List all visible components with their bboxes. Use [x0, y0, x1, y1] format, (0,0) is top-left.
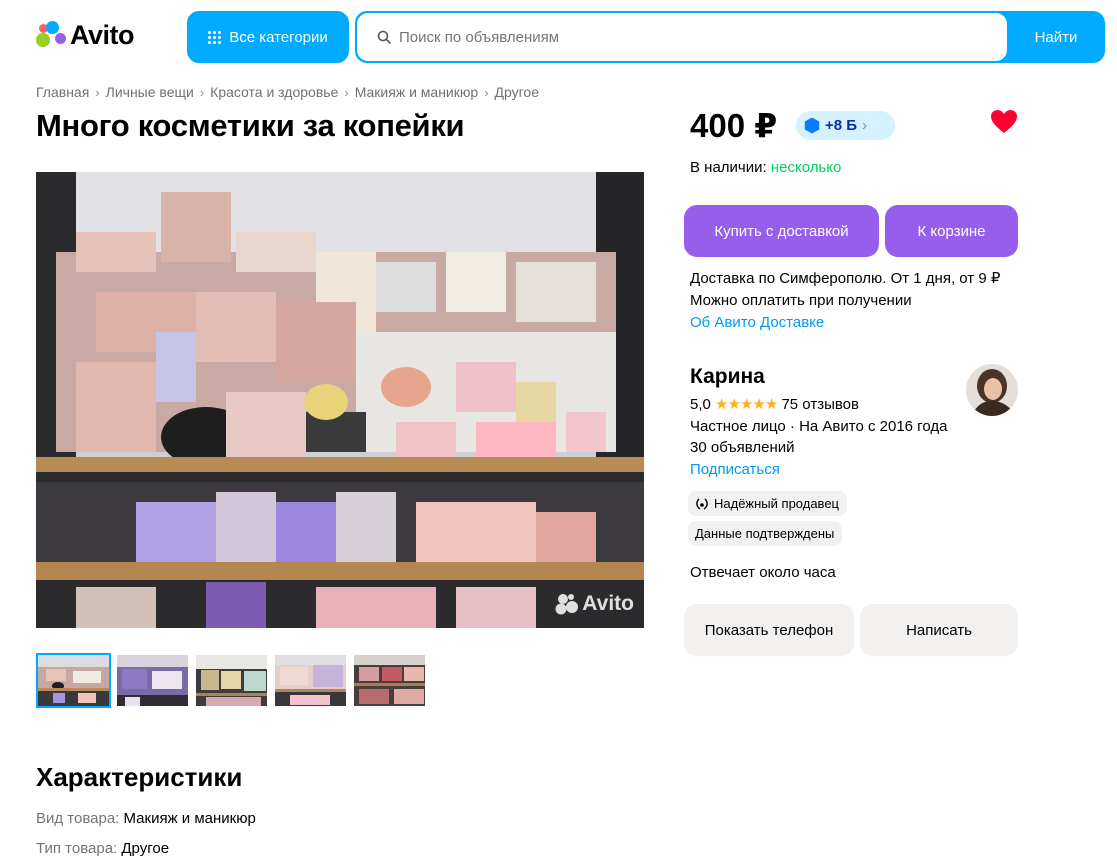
thumbnail-strip [36, 653, 427, 708]
reliable-seller-label: Надёжный продавец [714, 496, 839, 511]
thumbnail-image [275, 655, 346, 706]
payment-line: Можно оплатить при получении [690, 292, 912, 309]
search-button[interactable]: Найти [1007, 11, 1105, 63]
main-photo[interactable]: Avito [36, 172, 644, 628]
chevron-right-icon: › [862, 117, 868, 134]
thumbnail-4[interactable] [273, 653, 348, 708]
price: 400 ₽ [690, 107, 778, 144]
heart-icon[interactable] [990, 109, 1018, 135]
page-title: Много косметики за копейки [36, 108, 465, 143]
breadcrumb-item-personal[interactable]: Личные вещи [106, 84, 194, 100]
thumbnail-1[interactable] [36, 653, 111, 708]
chevron-right-icon: › [484, 84, 489, 100]
search-input[interactable] [399, 28, 959, 46]
seller-rating-row[interactable]: 5,0 ★★★★★ 75 отзывов [690, 394, 947, 416]
data-verified-label: Данные подтверждены [695, 526, 835, 541]
seller-ads-count[interactable]: 30 объявлений [690, 437, 947, 459]
watermark-text: Avito [582, 592, 634, 615]
seller-name[interactable]: Карина [690, 365, 765, 389]
breadcrumb-item-home[interactable]: Главная [36, 84, 89, 100]
seller-info: 5,0 ★★★★★ 75 отзывов Частное лицо · На А… [690, 394, 947, 480]
chevron-right-icon: › [344, 84, 349, 100]
bonus-badge[interactable]: +8 Б › [796, 111, 895, 140]
characteristic-key: Вид товара: [36, 810, 120, 827]
thumbnail-5[interactable] [352, 653, 427, 708]
seller-reviews: 75 отзывов [781, 396, 859, 413]
characteristic-value: Другое [121, 840, 170, 857]
thumbnail-image [354, 655, 425, 706]
thumbnail-image [117, 655, 188, 706]
data-verified-badge[interactable]: Данные подтверждены [688, 521, 843, 546]
add-to-cart-button[interactable]: К корзине [885, 205, 1018, 257]
characteristic-key: Тип товара: [36, 840, 118, 857]
avito-logo[interactable]: Avito [36, 20, 135, 51]
search-field[interactable] [357, 13, 1007, 61]
stock-value: несколько [770, 159, 842, 176]
reply-time: Отвечает около часа [690, 564, 836, 581]
seller-type: Частное лицо · На Авито с 2016 года [690, 417, 948, 435]
buy-with-delivery-button[interactable]: Купить с доставкой [684, 205, 879, 257]
subscribe-link[interactable]: Подписаться [690, 459, 947, 481]
characteristic-row: Вид товара: Макияж и маникюр [36, 810, 256, 827]
about-delivery-link[interactable]: Об Авито Доставке [690, 312, 1000, 334]
thumbnail-3[interactable] [194, 653, 269, 708]
avatar[interactable] [966, 364, 1018, 416]
star-rating-icon: ★★★★★ [715, 396, 778, 413]
write-message-button[interactable]: Написать [860, 604, 1018, 656]
thumbnail-image [38, 655, 109, 706]
grid-icon [208, 30, 222, 44]
breadcrumb-item-beauty[interactable]: Красота и здоровье [210, 84, 338, 100]
reliable-seller-badge[interactable]: Надёжный продавец [688, 491, 847, 516]
stock-status: В наличии: несколько [690, 159, 841, 176]
delivery-line: Доставка по Симферополю. От 1 дня, от 9 … [690, 270, 1001, 287]
chevron-right-icon: › [95, 84, 100, 100]
delivery-info: Доставка по Симферополю. От 1 дня, от 9 … [690, 268, 1000, 334]
cosmetics-shelf-image [36, 172, 644, 628]
characteristic-value: Макияж и маникюр [123, 810, 256, 827]
all-categories-button[interactable]: Все категории [187, 11, 349, 63]
all-categories-label: Все категории [229, 28, 328, 46]
stock-label: В наличии: [690, 159, 767, 176]
bonus-hex-icon [804, 117, 820, 134]
logo-text: Avito [70, 20, 135, 50]
search-bar: Найти [355, 11, 1105, 63]
show-phone-button[interactable]: Показать телефон [684, 604, 854, 656]
thumbnail-2[interactable] [115, 653, 190, 708]
search-icon [377, 30, 391, 44]
breadcrumb-item-other[interactable]: Другое [495, 84, 539, 100]
bonus-value: +8 Б [825, 117, 858, 134]
characteristic-row: Тип товара: Другое [36, 840, 169, 857]
thumbnail-image [196, 655, 267, 706]
watermark-dots-icon [555, 594, 579, 615]
avito-logo-icon [36, 20, 66, 51]
breadcrumb: Главная › Личные вещи › Красота и здоров… [36, 84, 539, 100]
seller-rating: 5,0 [690, 396, 711, 413]
seller-avatar-image [966, 364, 1018, 416]
chevron-right-icon: › [199, 84, 205, 100]
avito-watermark: Avito [555, 592, 634, 616]
breadcrumb-item-makeup[interactable]: Макияж и маникюр [355, 84, 478, 100]
laurel-icon [696, 498, 708, 510]
characteristics-title: Характеристики [36, 762, 243, 792]
